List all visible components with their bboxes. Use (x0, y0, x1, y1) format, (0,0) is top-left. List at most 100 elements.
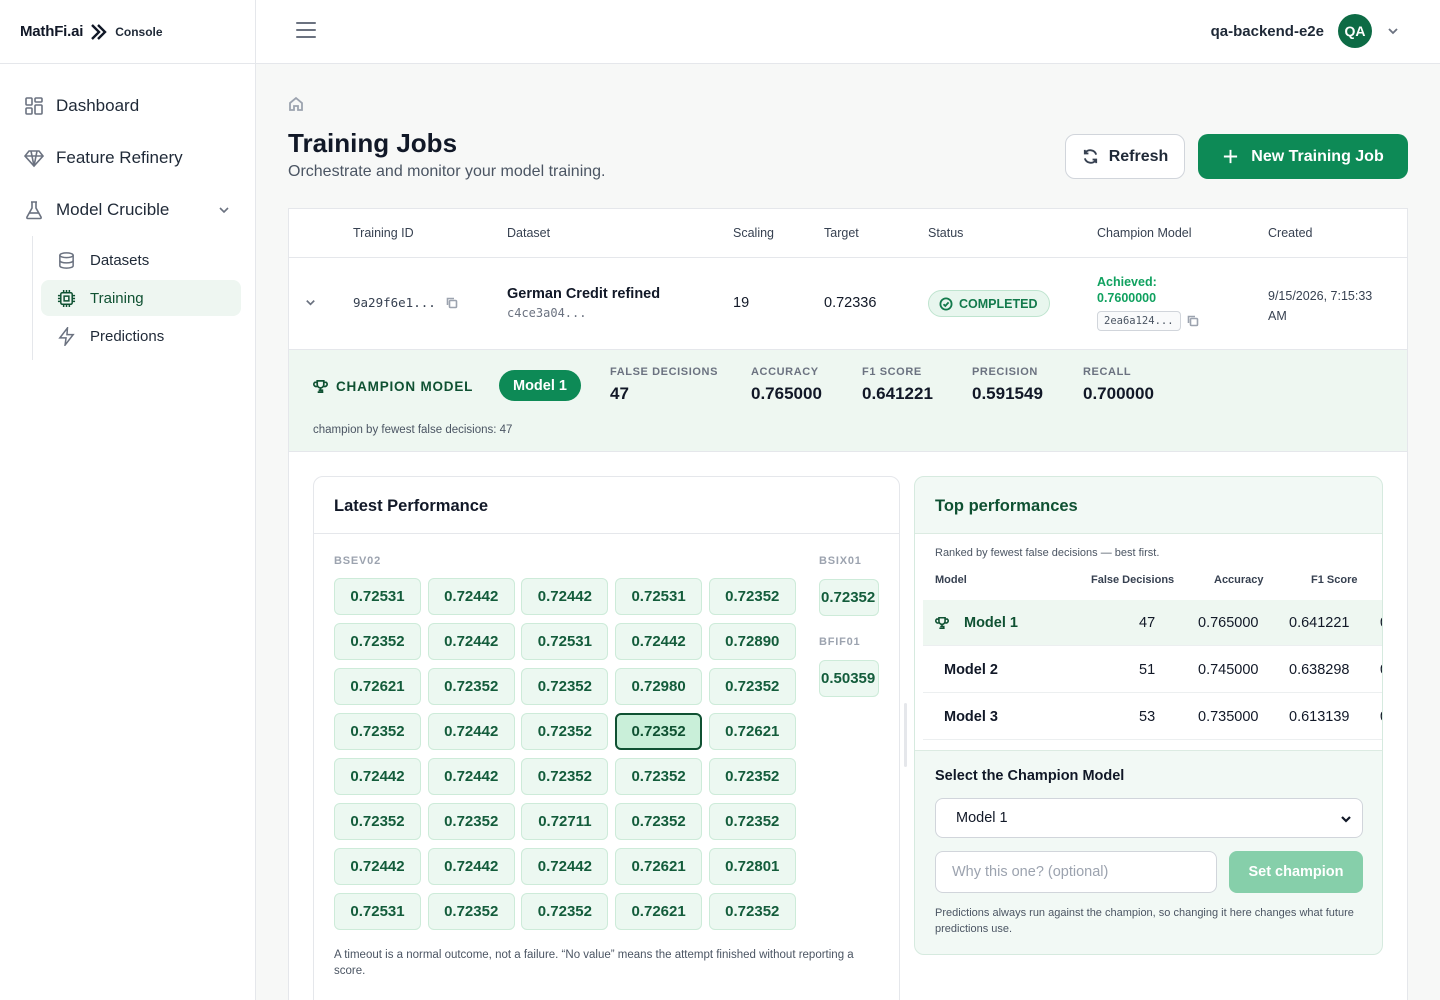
topbar: qa-backend-e2e QA (256, 0, 1440, 64)
created-ampm: AM (1268, 309, 1287, 323)
performance-tile[interactable]: 0.72442 (427, 623, 515, 660)
truncated-column: 0 (1380, 615, 1382, 631)
performance-tile[interactable]: 0.72352 (521, 758, 609, 795)
metric-key: FALSE DECISIONS (610, 366, 719, 378)
performance-tile[interactable]: 0.72531 (521, 623, 609, 660)
performance-tile[interactable]: 0.72352 (427, 668, 515, 705)
gem-icon (24, 150, 44, 168)
sidebar-item-label: Dashboard (56, 96, 140, 115)
champion-reason-input[interactable] (935, 851, 1217, 893)
copy-icon[interactable] (446, 297, 458, 309)
performance-tile[interactable]: 0.72352 (334, 803, 421, 840)
performance-tile[interactable]: 0.72890 (708, 623, 796, 660)
sidebar-item-model-crucible[interactable]: Model Crucible (0, 184, 255, 236)
panel-title: Top performances (935, 497, 1078, 515)
cpu-chip-icon (57, 289, 76, 307)
performance-tile[interactable]: 0.72352 (708, 893, 796, 930)
sidebar-item-dashboard[interactable]: Dashboard (0, 80, 255, 132)
column-header: Created (1268, 226, 1313, 240)
performance-tile[interactable]: 0.72352 (708, 578, 796, 615)
champion-model-select[interactable]: Model 1 (935, 798, 1363, 838)
metric-value: 0.700000 (1083, 384, 1154, 403)
group-label-bsix01: BSIX01 (819, 555, 862, 567)
f1-score: 0.638298 (1289, 662, 1350, 678)
performance-tile[interactable]: 0.72352 (615, 803, 703, 840)
performance-tile[interactable]: 0.72352 (521, 668, 609, 705)
performance-tile[interactable]: 0.72352 (819, 579, 879, 616)
performance-tile[interactable]: 0.72352 (708, 758, 796, 795)
performance-tile[interactable]: 0.72352 (708, 803, 796, 840)
performance-tile[interactable]: 0.72442 (521, 848, 609, 885)
sidebar-item-datasets[interactable]: Datasets (41, 242, 241, 278)
chevron-down-icon[interactable] (217, 203, 231, 217)
performance-tile[interactable]: 0.72352 (521, 893, 609, 930)
performance-tile[interactable]: 0.72442 (427, 848, 515, 885)
performance-tile[interactable]: 0.72352 (521, 713, 609, 750)
performance-tile[interactable]: 0.72531 (334, 578, 421, 615)
performance-tile[interactable]: 0.72442 (427, 758, 515, 795)
performance-tile[interactable]: 0.72442 (427, 713, 515, 750)
performance-tile[interactable]: 0.72801 (708, 848, 796, 885)
performance-tile[interactable]: 0.72531 (334, 893, 421, 930)
performance-tile[interactable]: 0.72711 (521, 803, 609, 840)
performance-tile[interactable]: 0.72621 (334, 668, 421, 705)
performance-tile[interactable]: 0.72352 (708, 668, 796, 705)
chevron-down-icon[interactable] (1386, 24, 1400, 38)
column-header: Accuracy (1214, 574, 1264, 586)
sidebar-item-label: Feature Refinery (56, 148, 183, 167)
performance-tile[interactable]: 0.50359 (819, 660, 879, 697)
performance-tile[interactable]: 0.72442 (334, 848, 421, 885)
champion-label: CHAMPION MODEL (313, 379, 473, 394)
brand-logo[interactable]: MathFi.ai Console (0, 0, 255, 64)
performance-tile[interactable]: 0.72980 (615, 668, 703, 705)
performance-tile[interactable]: 0.72442 (427, 578, 515, 615)
performance-tile[interactable]: 0.72352 (334, 623, 421, 660)
sidebar-item-feature-refinery[interactable]: Feature Refinery (0, 132, 255, 184)
performance-tile[interactable]: 0.72621 (708, 713, 796, 750)
user-menu[interactable]: qa-backend-e2e QA (1211, 14, 1400, 48)
performance-tile[interactable]: 0.72442 (521, 578, 609, 615)
set-champion-button[interactable]: Set champion (1229, 851, 1363, 893)
hamburger-menu-icon[interactable] (296, 22, 316, 42)
metric-key: F1 SCORE (862, 366, 922, 378)
performance-tile[interactable]: 0.72352 (334, 713, 421, 750)
metric-precision: PRECISION 0.591549 (972, 366, 1043, 404)
performance-tile[interactable]: 0.72352 (427, 803, 515, 840)
page-title: Training Jobs (288, 128, 458, 158)
performance-note: A timeout is a normal outcome, not a fai… (334, 949, 854, 977)
dataset-name: German Credit refined (507, 286, 661, 302)
divider (915, 750, 1382, 751)
performance-tile[interactable]: 0.72352 (615, 713, 703, 750)
champion-hash-chip: 2ea6a124... (1097, 311, 1181, 331)
performance-tile[interactable]: 0.72352 (615, 758, 703, 795)
sidebar-item-predictions[interactable]: Predictions (41, 318, 241, 354)
table-row[interactable]: 9a29f6e1... German Credit refined c4ce3a… (289, 258, 1407, 350)
chevron-down-icon[interactable] (304, 296, 317, 309)
performance-tile[interactable]: 0.72442 (334, 758, 421, 795)
refresh-button[interactable]: Refresh (1065, 134, 1185, 179)
sidebar-item-training[interactable]: Training (41, 280, 241, 316)
performance-tile[interactable]: 0.72621 (615, 893, 703, 930)
new-training-job-button[interactable]: New Training Job (1198, 134, 1408, 179)
panel-resize-handle[interactable] (904, 703, 907, 767)
metric-value: 0.591549 (972, 384, 1043, 403)
copy-icon[interactable] (1187, 315, 1199, 327)
performance-tile[interactable]: 0.72352 (427, 893, 515, 930)
leaderboard-row[interactable]: Model 3 53 0.735000 0.613139 0 (923, 694, 1382, 740)
avatar[interactable]: QA (1338, 14, 1372, 48)
new-training-job-label: New Training Job (1251, 147, 1384, 165)
group-label-bsev02: BSEV02 (334, 555, 381, 567)
leaderboard-row[interactable]: Model 2 51 0.745000 0.638298 0 (923, 647, 1382, 693)
page-subtitle: Orchestrate and monitor your model train… (288, 163, 606, 180)
refresh-label: Refresh (1108, 147, 1169, 165)
refresh-icon (1083, 149, 1097, 164)
performance-tile[interactable]: 0.72442 (615, 623, 703, 660)
f1-score: 0.613139 (1289, 709, 1350, 725)
performance-tile[interactable]: 0.72621 (615, 848, 703, 885)
column-header: Training ID (353, 226, 414, 240)
accuracy: 0.765000 (1198, 615, 1259, 631)
performance-tile[interactable]: 0.72531 (615, 578, 703, 615)
leaderboard-row[interactable]: Model 1 47 0.765000 0.641221 0 (923, 600, 1382, 646)
home-icon[interactable] (288, 96, 304, 112)
champion-achieved: Achieved: 0.7600000 (1097, 274, 1157, 306)
